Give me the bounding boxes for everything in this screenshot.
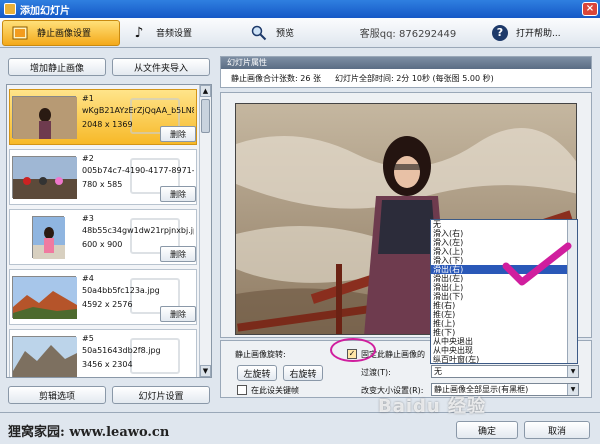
item-number: #1: [82, 94, 94, 103]
add-image-button[interactable]: 增加静止画像: [8, 58, 106, 76]
title-bar: 添加幻灯片 ×: [0, 0, 600, 18]
transition-option[interactable]: 推(上): [431, 319, 577, 328]
checkmark-annotation-icon: [502, 242, 572, 286]
item-filename: wKgB21AYzErZjQqAA_b5LN85C: [82, 106, 194, 115]
film-frame-icon: [130, 338, 180, 374]
delete-button[interactable]: 删除: [160, 246, 196, 262]
item-filename: 50a4bb5fc123a.jpg: [82, 286, 160, 295]
item-filename: 48b55c34gw1dw21rpjnxbj.jpg: [82, 226, 194, 235]
site-caption: 狸窝家园: www.leawo.cn: [8, 425, 170, 440]
chevron-down-icon[interactable]: ▼: [567, 366, 578, 377]
rotate-left-button[interactable]: 左旋转: [237, 365, 277, 381]
contact-qq: 客服qq: 876292449: [334, 20, 482, 46]
item-filename: 50a51643db2f8.jpg: [82, 346, 161, 355]
app-icon: [4, 3, 16, 15]
transition-option[interactable]: 从中央退出: [431, 337, 577, 346]
thumbnail: [12, 276, 77, 319]
help-label: 打开帮助...: [516, 29, 561, 39]
tab-label: 音频设置: [156, 29, 193, 39]
chevron-down-icon[interactable]: ▼: [567, 384, 578, 395]
item-filename: 005b74c7-4190-4177-8971-a302: [82, 166, 194, 175]
scroll-down-icon[interactable]: ▼: [200, 365, 211, 377]
keyframe-label: 在此设关键帧: [251, 386, 299, 395]
properties-header: 幻灯片属性: [221, 57, 591, 69]
transition-option[interactable]: 无: [431, 220, 577, 229]
transition-value: 无: [434, 367, 442, 376]
scroll-thumb[interactable]: [201, 99, 210, 133]
tab-audio-settings[interactable]: ♪ 音频设置: [122, 20, 240, 46]
toolbar: 静止画像设置 ♪ 音频设置 预览 客服qq: 876292449 ? 打开帮助.…: [0, 18, 600, 48]
transition-option[interactable]: 滑出(下): [431, 292, 577, 301]
crop-options-button[interactable]: 剪辑选项: [8, 386, 106, 404]
list-item[interactable]: #1 wKgB21AYzErZjQqAA_b5LN85C 2048 x 1369…: [9, 89, 197, 145]
delete-button[interactable]: 删除: [160, 186, 196, 202]
tab-preview[interactable]: 预览: [242, 20, 332, 46]
list-item[interactable]: #2 005b74c7-4190-4177-8971-a302 780 x 58…: [9, 149, 197, 205]
list-item[interactable]: #4 50a4bb5fc123a.jpg 4592 x 2576 删除: [9, 269, 197, 325]
transition-option[interactable]: 纵百叶窗(左): [431, 355, 577, 363]
slideshow-properties: 幻灯片属性 静止画像合计张数: 26 张 幻灯片全部时间: 2分 10秒 (每张…: [220, 56, 592, 88]
qq-text: 客服qq: 876292449: [359, 29, 457, 40]
total-time: 幻灯片全部时间: 2分 10秒 (每张图 5.00 秒): [334, 74, 494, 83]
item-size: 2048 x 1369: [82, 120, 133, 129]
close-icon[interactable]: ×: [582, 2, 598, 16]
keyframe-checkbox[interactable]: [237, 385, 247, 395]
tab-label: 预览: [276, 29, 295, 39]
slideshow-settings-button[interactable]: 幻灯片设置: [112, 386, 210, 404]
item-number: #4: [82, 274, 94, 283]
item-size: 3456 x 2304: [82, 360, 133, 369]
list-item[interactable]: #3 48b55c34gw1dw21rpjnxbj.jpg 600 x 900 …: [9, 209, 197, 265]
scroll-up-icon[interactable]: ▲: [200, 85, 211, 97]
delete-button[interactable]: 删除: [160, 306, 196, 322]
rotate-right-button[interactable]: 右旋转: [283, 365, 323, 381]
magnifier-icon: [250, 24, 268, 42]
transition-label: 过渡(T):: [361, 368, 391, 377]
tab-label: 静止画像设置: [37, 29, 92, 39]
tab-image-settings[interactable]: 静止画像设置: [2, 19, 120, 46]
delete-button[interactable]: 删除: [160, 126, 196, 142]
transition-dropdown-list[interactable]: 无滑入(右) 滑入(左) 滑入(上) 滑入(下) 滑出(右) 滑出(左) 滑出(上) 滑出(下…: [430, 219, 578, 364]
cancel-button[interactable]: 取消: [524, 421, 590, 439]
highlight-circle: [330, 338, 376, 362]
list-scrollbar[interactable]: ▲ ▼: [199, 85, 211, 377]
thumbnail: [12, 96, 77, 139]
image-count: 静止画像合计张数: 26 张: [231, 74, 321, 83]
watermark: Baidu 经验: [378, 396, 487, 417]
transition-option[interactable]: 推(下): [431, 328, 577, 337]
help-icon: ?: [492, 24, 508, 41]
transition-option[interactable]: 推(左): [431, 310, 577, 319]
transition-select[interactable]: 无 ▼: [431, 365, 579, 378]
rotate-label: 静止画像旋转:: [235, 350, 286, 359]
picture-icon: [11, 24, 29, 42]
music-note-icon: ♪: [134, 24, 144, 41]
item-number: #2: [82, 154, 94, 163]
item-size: 4592 x 2576: [82, 300, 133, 309]
thumbnail: [32, 216, 65, 259]
item-size: 600 x 900: [82, 240, 123, 249]
import-folder-button[interactable]: 从文件夹导入: [112, 58, 210, 76]
list-item[interactable]: #5 50a51643db2f8.jpg 3456 x 2304: [9, 329, 197, 377]
window-title: 添加幻灯片: [20, 5, 70, 17]
item-size: 780 x 585: [82, 180, 123, 189]
thumbnail: [12, 156, 77, 199]
image-list: #1 wKgB21AYzErZjQqAA_b5LN85C 2048 x 1369…: [6, 84, 212, 378]
transition-option[interactable]: 从中央出现: [431, 346, 577, 355]
transition-option[interactable]: 推(右): [431, 301, 577, 310]
footer: 狸窝家园: www.leawo.cn 确定 取消: [0, 412, 600, 444]
ok-button[interactable]: 确定: [456, 421, 518, 439]
help-button[interactable]: ? 打开帮助...: [484, 20, 594, 46]
item-number: #3: [82, 214, 94, 223]
transition-option[interactable]: 滑入(右): [431, 229, 577, 238]
thumbnail: [12, 336, 77, 377]
item-number: #5: [82, 334, 94, 343]
